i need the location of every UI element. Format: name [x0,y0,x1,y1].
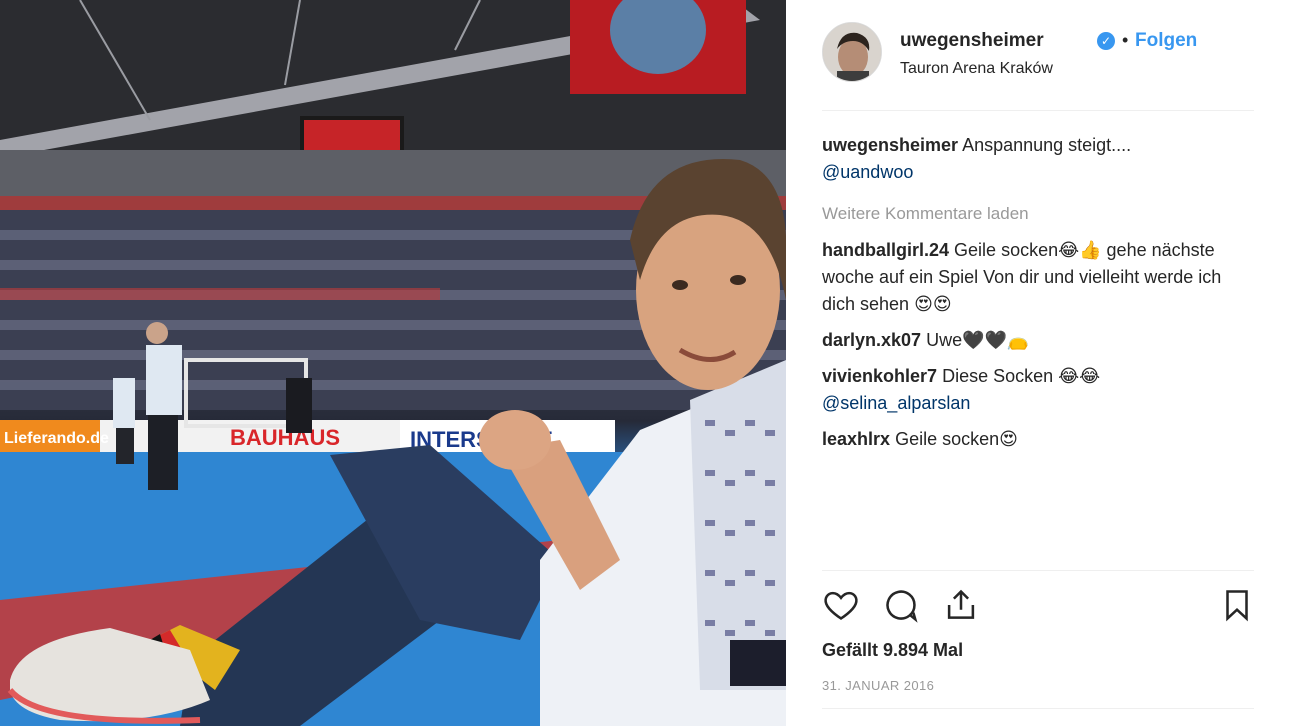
banner-lieferando: Lieferando.de [4,430,109,447]
actions-divider [822,570,1254,571]
bookmark-icon[interactable] [1218,586,1258,626]
comment-text: Geile socken😍 [895,429,1018,449]
comment-username[interactable]: darlyn.xk07 [822,330,921,350]
photo-illustration: Lieferando.de BAUHAUS INTERSPORT [0,0,786,726]
caption: uwegensheimer Anspannung steigt.... @uan… [822,132,1254,186]
post-header: uwegensheimer ✓ • Folgen Tauron Arena Kr… [822,22,1254,86]
post-panel: uwegensheimer ✓ • Folgen Tauron Arena Kr… [786,0,1290,726]
header-divider [822,110,1254,111]
footer-divider [822,708,1254,709]
avatar[interactable] [822,22,882,82]
comment-mention[interactable]: @selina_alparslan [822,393,970,413]
comment-text: Uwe🖤🖤👝 [926,330,1030,350]
comment-item: vivienkohler7 Diese Socken 😂😂 @selina_al… [822,363,1254,417]
likes-count[interactable]: Gefällt 9.894 Mal [822,640,963,661]
follow-button[interactable]: Folgen [1135,30,1197,52]
comment-username[interactable]: vivienkohler7 [822,366,937,386]
comment-text: Diese Socken 😂😂 [942,366,1101,386]
post-date: 31. JANUAR 2016 [822,678,935,693]
location-link[interactable]: Tauron Arena Kraków [900,60,1053,78]
heart-icon[interactable] [822,586,862,626]
post-photo[interactable]: Lieferando.de BAUHAUS INTERSPORT [0,0,786,726]
action-bar [822,586,1254,626]
banner-bauhaus: BAUHAUS [230,425,340,450]
load-more-comments-button[interactable]: Weitere Kommentare laden [822,200,1254,227]
caption-mention[interactable]: @uandwoo [822,162,913,182]
comment-item: handballgirl.24 Geile socken😂👍 gehe näch… [822,237,1254,318]
comment-username[interactable]: leaxhlrx [822,429,890,449]
avatar-image [823,23,881,81]
share-icon[interactable] [942,586,982,626]
comment-item: darlyn.xk07 Uwe🖤🖤👝 [822,327,1254,354]
verified-badge-icon: ✓ [1097,32,1115,50]
author-username[interactable]: uwegensheimer [900,30,1044,52]
caption-text: Anspannung steigt.... [962,135,1132,155]
caption-username[interactable]: uwegensheimer [822,135,958,155]
comments-section: uwegensheimer Anspannung steigt.... @uan… [822,132,1254,462]
separator-dot: • [1122,30,1129,50]
comment-icon[interactable] [882,586,922,626]
comment-item: leaxhlrx Geile socken😍 [822,426,1254,453]
comment-username[interactable]: handballgirl.24 [822,240,949,260]
